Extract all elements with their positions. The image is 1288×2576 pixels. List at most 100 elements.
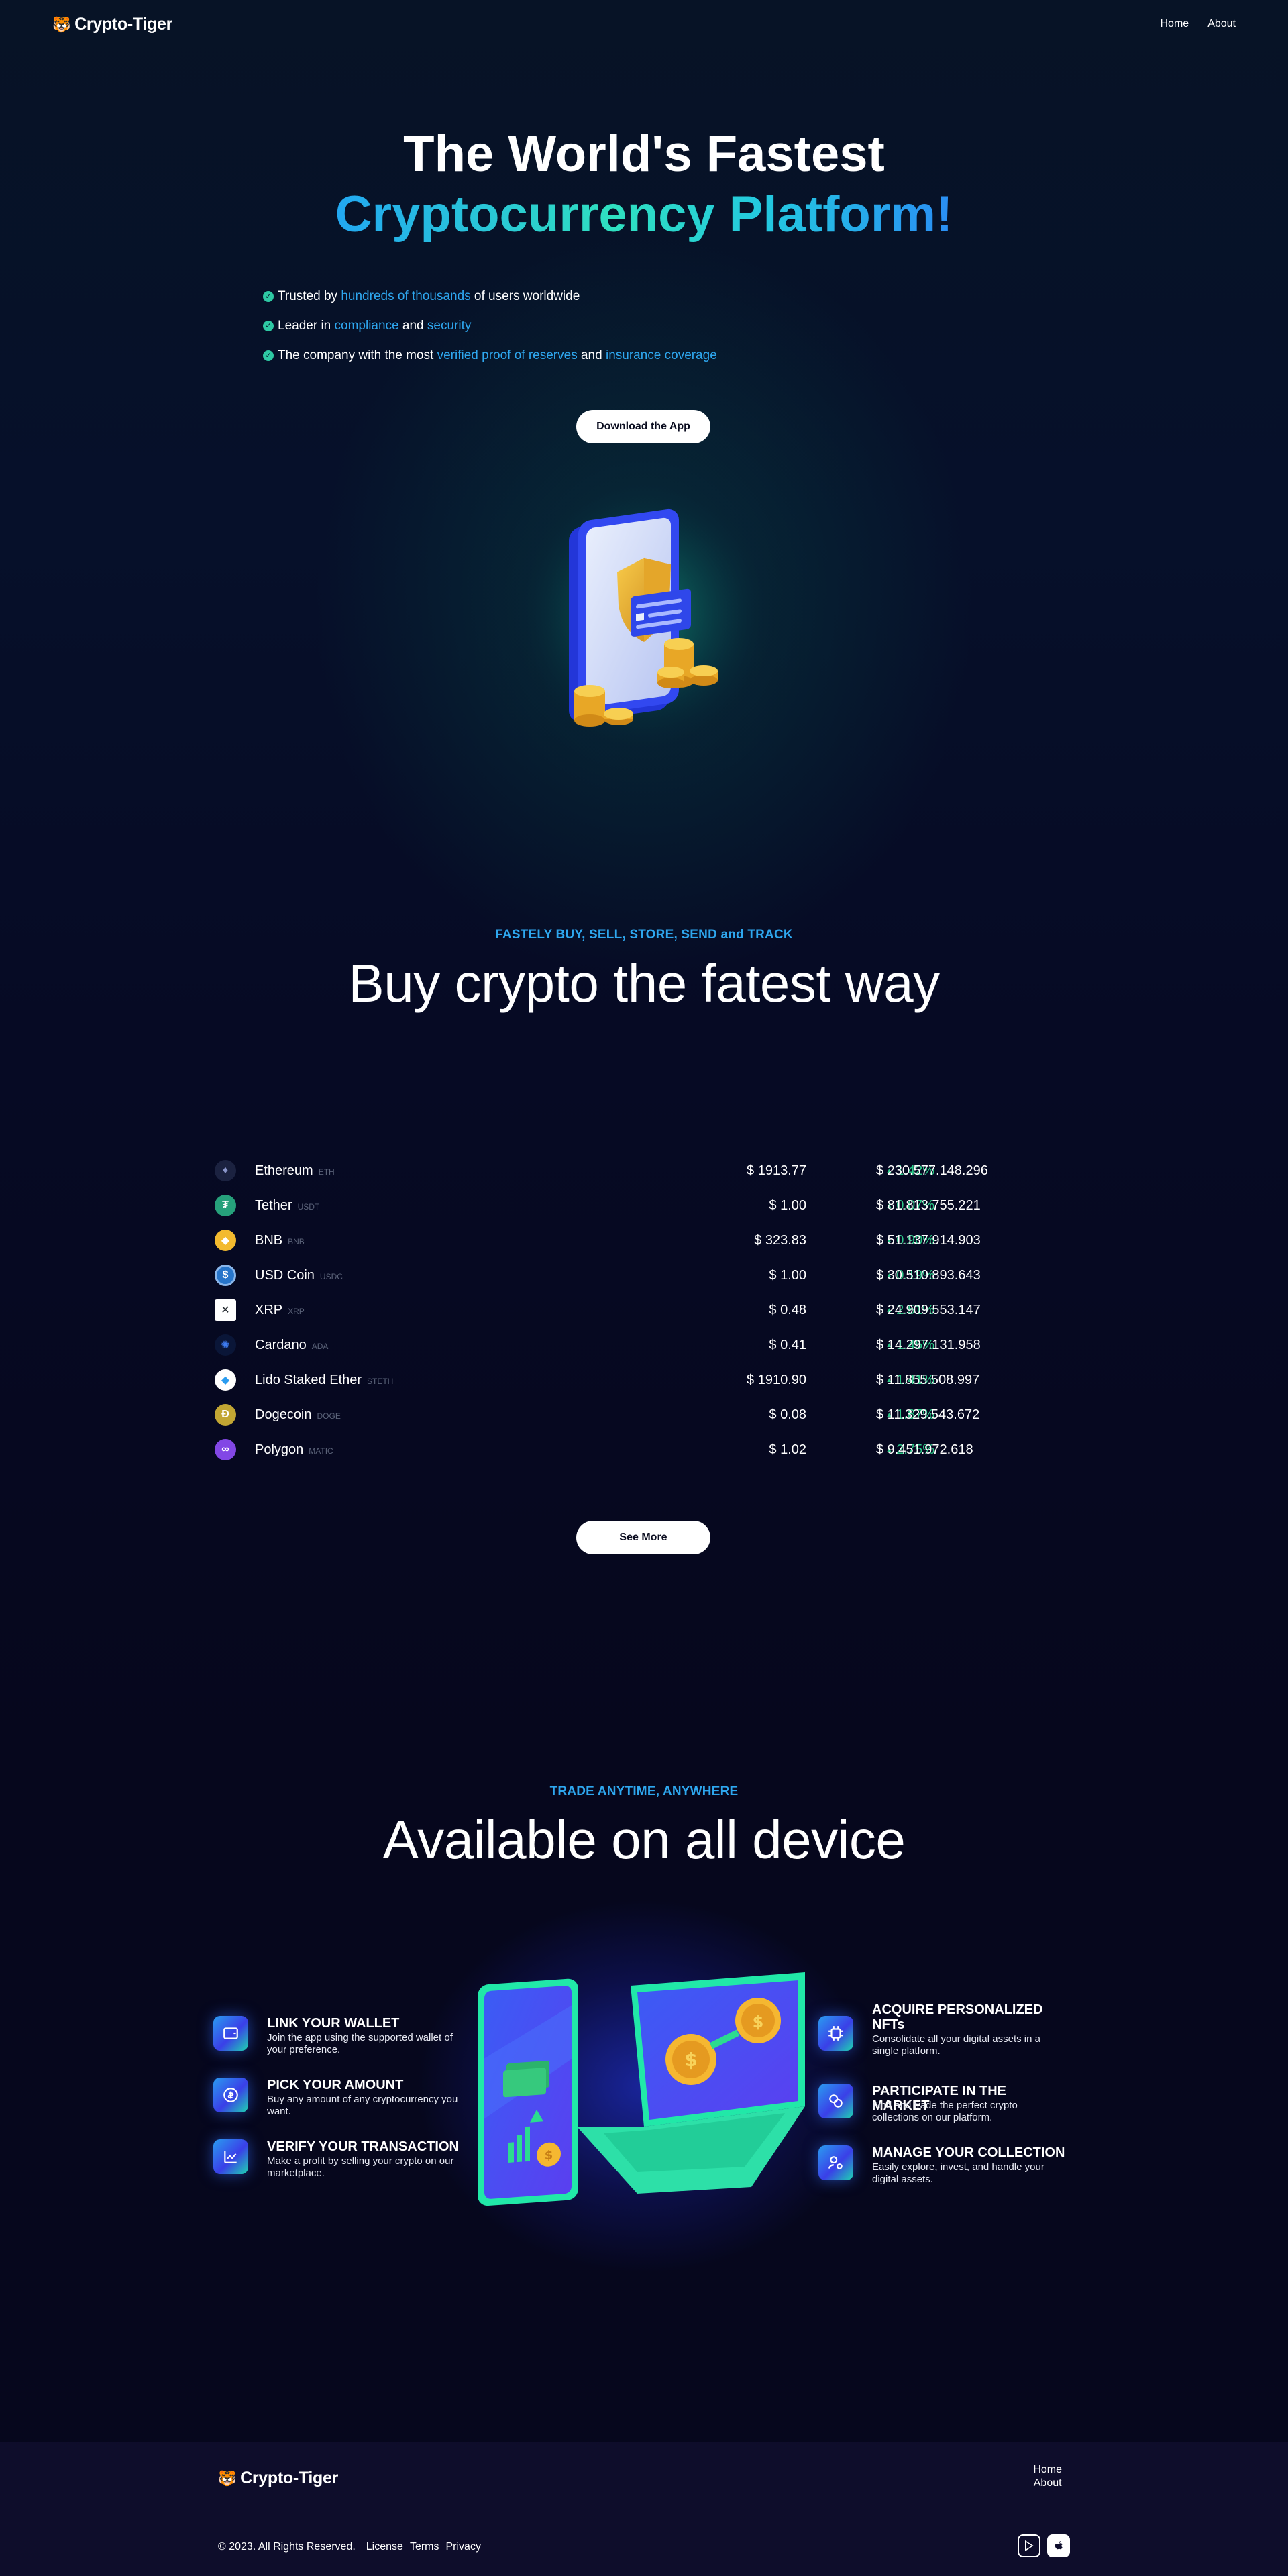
coin-market-cap: $ 81.813.755.221 (876, 1198, 981, 1213)
brand-name: Crypto-Tiger (74, 15, 173, 34)
table-row[interactable]: ◆ Lido Staked Ether STETH $ 1910.90 ▲ 1.41… (213, 1363, 1075, 1398)
devices-kicker: TRADE ANYTIME, ANYWHERE (549, 1784, 739, 1799)
google-play-button[interactable] (1018, 2534, 1040, 2557)
coin-table: ♦ Ethereum ETH $ 1913.77 ▲ 1.42% $ 230.577… (213, 1154, 1075, 1468)
feature-desc: Join the app using the supported wallet … (267, 2032, 453, 2055)
hero-title-gradient: Cryptocurrency Platform! (335, 186, 953, 243)
chart-up-icon (213, 2139, 248, 2174)
coin-name: BNB (255, 1233, 283, 1248)
coin-name: Tether (255, 1198, 292, 1213)
apple-icon (1055, 2541, 1063, 2550)
footer-bottom: © 2023. All Rights Reserved. License Ter… (218, 2541, 481, 2553)
copyright-text: © 2023. All Rights Reserved. (218, 2541, 356, 2553)
tiger-icon: 🐯 (218, 2469, 237, 2487)
brand-logo[interactable]: 🐯 Crypto-Tiger (52, 15, 172, 34)
app-store-button[interactable] (1047, 2534, 1070, 2557)
coin-name: Cardano (255, 1338, 307, 1352)
hero-bullet: ✓ Trusted by hundreds of thousands of us… (263, 282, 717, 311)
tiger-icon: 🐯 (52, 15, 71, 33)
terms-link[interactable]: Terms (410, 2541, 439, 2553)
nav-about-link[interactable]: About (1208, 18, 1236, 30)
privacy-link[interactable]: Privacy (446, 2541, 481, 2553)
table-row[interactable]: $ USD Coin USDC $ 1.00 ▲ 0.19% $ 30.510.89… (213, 1258, 1075, 1293)
check-icon: ✓ (263, 350, 274, 361)
table-row[interactable]: ✺ Cardano ADA $ 0.41 ▲ 1.45% $ 14.297.131.… (213, 1328, 1075, 1363)
hero-bullet: ✓ The company with the most verified pro… (263, 341, 717, 370)
coin-name: Ethereum (255, 1163, 313, 1178)
coin-symbol: MATIC (309, 1446, 333, 1456)
table-row[interactable]: ♦ Ethereum ETH $ 1913.77 ▲ 1.42% $ 230.577… (213, 1154, 1075, 1189)
feature-desc: Make a profit by selling your crypto on … (267, 2155, 454, 2179)
coin-symbol: STETH (367, 1377, 394, 1386)
chip-icon (818, 2016, 853, 2051)
coin-market-cap: $ 30.510.893.643 (876, 1268, 981, 1283)
usdc-icon: $ (215, 1265, 236, 1286)
coin-symbol: USDC (319, 1272, 343, 1281)
nav-links: Home About (1161, 18, 1236, 30)
table-row[interactable]: ∞ Polygon MATIC $ 1.02 ▲ 2.75% $ 9.451.972… (213, 1433, 1075, 1468)
svg-text:$: $ (545, 2148, 553, 2163)
store-buttons (1018, 2534, 1070, 2557)
coin-name: Lido Staked Ether (255, 1373, 362, 1387)
license-link[interactable]: License (366, 2541, 403, 2553)
bnb-icon: ◆ (215, 1230, 236, 1251)
bullet-text: The company with the most verified proof… (278, 348, 717, 362)
see-more-button[interactable]: See More (576, 1521, 710, 1554)
devices-title: Available on all device (382, 1810, 906, 1870)
feature-title: PICK YOUR AMOUNT (267, 2078, 404, 2092)
coin-symbol: ADA (311, 1342, 329, 1351)
hero-bullet: ✓ Leader in compliance and security (263, 311, 717, 341)
market-title: Buy crypto the fatest way (348, 953, 940, 1013)
play-store-icon (1025, 2540, 1034, 2552)
svg-text:$: $ (753, 2012, 764, 2031)
coin-market-cap: $ 51.137.914.903 (876, 1233, 981, 1248)
feature-desc: Easily explore, invest, and handle your … (872, 2161, 1044, 2185)
footer-about-link[interactable]: About (1033, 2477, 1062, 2490)
table-row[interactable]: ₮ Tether USDT $ 1.00 ▲ 0.07% $ 81.813.755.… (213, 1189, 1075, 1224)
bullet-text: Leader in compliance and security (278, 319, 472, 333)
download-app-button[interactable]: Download the App (576, 410, 710, 443)
footer-brand-logo[interactable]: 🐯 Crypto-Tiger (218, 2469, 338, 2488)
phone-laptop-illustration: $ $ $ (478, 1972, 805, 2206)
coin-market-cap: $ 9.451.972.618 (876, 1442, 973, 1457)
steth-icon: ◆ (215, 1369, 236, 1391)
hero-title-line1: The World's Fastest (403, 125, 885, 182)
feature-title: VERIFY YOUR TRANSACTION (267, 2139, 459, 2154)
page: 🐯 Crypto-Tiger Home About The World's Fa… (0, 0, 1288, 2576)
coin-symbol: ETH (318, 1167, 335, 1177)
feature-desc: Find and trade the perfect crypto collec… (872, 2100, 1018, 2123)
coin-name: Dogecoin (255, 1407, 312, 1422)
table-row[interactable]: ✕ XRP XRP $ 0.48 ▲ 2.51% $ 24.909.553.147 (213, 1293, 1075, 1328)
table-row[interactable]: Ð Dogecoin DOGE $ 0.08 ▲ 1.87% $ 11.329.54… (213, 1398, 1075, 1433)
polygon-icon: ∞ (215, 1439, 236, 1460)
cardano-icon: ✺ (215, 1334, 236, 1356)
coin-symbol: USDT (297, 1202, 320, 1212)
coins-exchange-icon (818, 2084, 853, 2118)
svg-text:$: $ (684, 2049, 697, 2071)
footer-home-link[interactable]: Home (1033, 2463, 1062, 2477)
brand-name: Crypto-Tiger (240, 2469, 339, 2487)
feature-desc: Buy any amount of any cryptocurrency you… (267, 2094, 458, 2117)
feature-title: MANAGE YOUR COLLECTION (872, 2145, 1065, 2160)
wallet-icon (213, 2016, 248, 2051)
coin-market-cap: $ 230.577.148.296 (876, 1163, 988, 1178)
feature-title: LINK YOUR WALLET (267, 2016, 400, 2031)
top-nav: 🐯 Crypto-Tiger Home About (0, 0, 1288, 51)
phone-shield-illustration (510, 470, 778, 758)
table-row[interactable]: ◆ BNB BNB $ 323.83 ▲ 0.90% $ 51.137.914.90… (213, 1224, 1075, 1258)
xrp-icon: ✕ (215, 1299, 236, 1321)
coin-symbol: BNB (288, 1237, 305, 1246)
coin-symbol: XRP (288, 1307, 305, 1316)
feature-desc: Consolidate all your digital assets in a… (872, 2033, 1040, 2057)
tether-icon: ₮ (215, 1195, 236, 1216)
footer: 🐯 Crypto-Tiger Home About © 2023. All Ri… (0, 2442, 1288, 2576)
coin-market-cap: $ 14.297.131.958 (876, 1338, 981, 1352)
check-icon: ✓ (263, 291, 274, 302)
feature-title: ACQUIRE PERSONALIZED NFTs (872, 2002, 1043, 2032)
coin-name: Polygon (255, 1442, 304, 1457)
hero-title-line2: Cryptocurrency Platform! (0, 184, 1288, 246)
nav-home-link[interactable]: Home (1161, 18, 1189, 30)
coin-symbol: DOGE (317, 1411, 341, 1421)
ethereum-icon: ♦ (215, 1160, 236, 1181)
footer-nav: Home About (1033, 2463, 1062, 2490)
